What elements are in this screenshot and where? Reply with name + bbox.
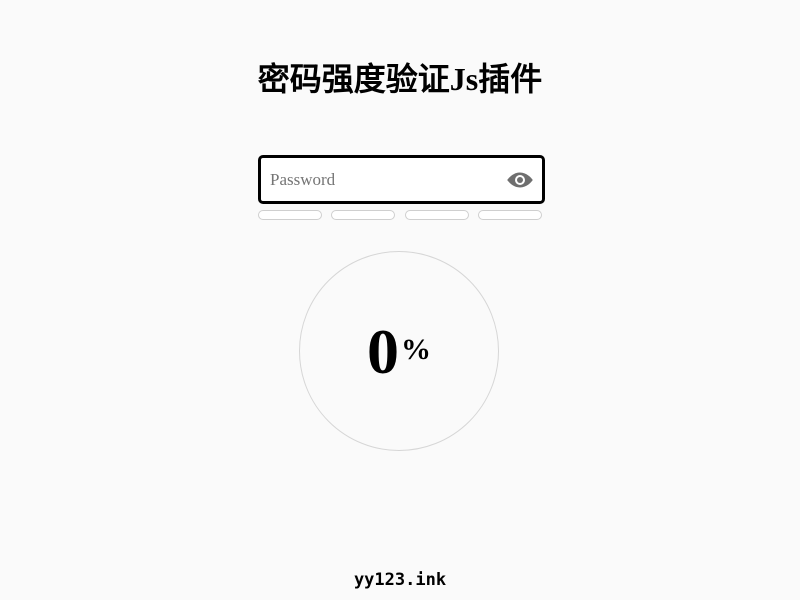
- strength-percent: 0 %: [367, 320, 431, 384]
- page-title: 密码强度验证Js插件: [257, 61, 543, 97]
- page: 密码强度验证Js插件 0 % yy123.ink: [0, 0, 800, 600]
- strength-bar-2: [331, 210, 396, 220]
- strength-percent-value: 0: [367, 316, 399, 387]
- strength-bar-4: [477, 210, 542, 220]
- strength-bar-1: [258, 210, 322, 220]
- strength-percent-circle: 0 %: [299, 251, 499, 451]
- strength-percent-sign: %: [401, 333, 431, 366]
- strength-bar-3: [404, 210, 469, 220]
- password-field-container: [258, 155, 545, 204]
- strength-meter-bars: [258, 210, 542, 220]
- password-input[interactable]: [261, 158, 500, 201]
- footer-credit: yy123.ink: [353, 570, 447, 590]
- eye-icon[interactable]: [506, 168, 534, 192]
